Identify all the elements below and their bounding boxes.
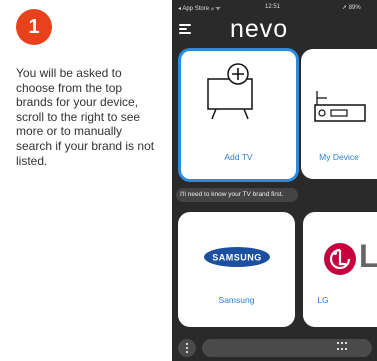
phone-screen: ◂ App Store ᵢₗₗ ᯤ 12:51 ➚ 89% nevo Add T… [172,0,377,361]
add-tv-tile[interactable]: Add TV [178,48,299,182]
status-back-to-app-store[interactable]: ◂ App Store ᵢₗₗ ᯤ [178,4,221,12]
hint-bubble: I'll need to know your TV brand first. [176,188,298,202]
samsung-label: Samsung [218,295,255,305]
status-bar: ◂ App Store ᵢₗₗ ᯤ 12:51 ➚ 89% [172,0,377,14]
keypad-icon[interactable] [337,342,347,352]
app-bar: nevo [172,14,377,44]
app-title: nevo [230,15,289,43]
bottom-bar [172,336,377,361]
my-device-label: My Device [319,152,359,162]
add-tv-label: Add TV [224,152,253,162]
samsung-logo: SAMSUNG [204,247,270,267]
hamburger-menu-icon[interactable] [179,24,191,34]
samsung-tile[interactable]: SAMSUNG Samsung [178,212,295,327]
device-icon [314,91,366,122]
status-battery: ➚ 89% [342,5,361,11]
add-tv-icon [207,63,253,120]
more-options-icon[interactable] [178,339,196,357]
lg-label: LG [317,295,329,305]
step-number: 1 [28,15,40,38]
status-time: 12:51 [265,4,281,10]
my-device-tile[interactable]: My Device [301,49,377,179]
samsung-logo-text: SAMSUNG [212,253,262,263]
lg-logo [324,243,356,275]
lg-logo-text: L [359,238,377,274]
instructions-text: You will be asked to choose from the top… [16,66,155,168]
lg-tile[interactable]: L LG [303,212,377,327]
step-badge: 1 [16,9,52,45]
